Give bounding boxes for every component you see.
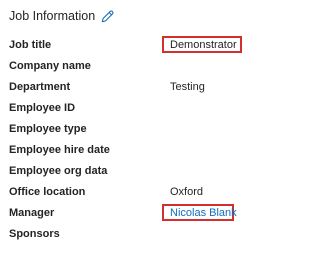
edit-button[interactable]	[100, 9, 114, 23]
pencil-icon	[101, 9, 114, 22]
field-label: Employee hire date	[9, 144, 110, 156]
field-row-employee-hire-date: Employee hire date	[0, 140, 300, 161]
field-row-department: Department Testing	[0, 77, 300, 98]
job-information-panel: Job Information Job title Demonstrator C…	[0, 0, 300, 254]
field-label: Office location	[9, 186, 86, 198]
field-list: Job title Demonstrator Company name Depa…	[0, 35, 300, 245]
manager-link[interactable]: Nicolas Blank	[170, 206, 237, 220]
field-label: Employee org data	[9, 165, 108, 177]
field-label: Job title	[9, 39, 52, 51]
section-header: Job Information	[9, 7, 114, 25]
field-row-sponsors: Sponsors	[0, 224, 300, 245]
field-row-manager: Manager Nicolas Blank	[0, 203, 300, 224]
field-row-employee-id: Employee ID	[0, 98, 300, 119]
field-row-office-location: Office location Oxford	[0, 182, 300, 203]
field-label: Employee type	[9, 123, 87, 135]
field-label: Employee ID	[9, 102, 76, 114]
section-title: Job Information	[9, 9, 96, 23]
field-row-company-name: Company name	[0, 56, 300, 77]
field-value-job-title: Demonstrator	[170, 39, 237, 51]
field-label: Manager	[9, 207, 55, 219]
field-label: Department	[9, 81, 71, 93]
field-row-employee-org-data: Employee org data	[0, 161, 300, 182]
field-label: Sponsors	[9, 228, 60, 240]
field-value-department: Testing	[170, 81, 205, 93]
field-row-job-title: Job title Demonstrator	[0, 35, 300, 56]
field-value-office-location: Oxford	[170, 186, 204, 198]
field-row-employee-type: Employee type	[0, 119, 300, 140]
field-label: Company name	[9, 60, 91, 72]
